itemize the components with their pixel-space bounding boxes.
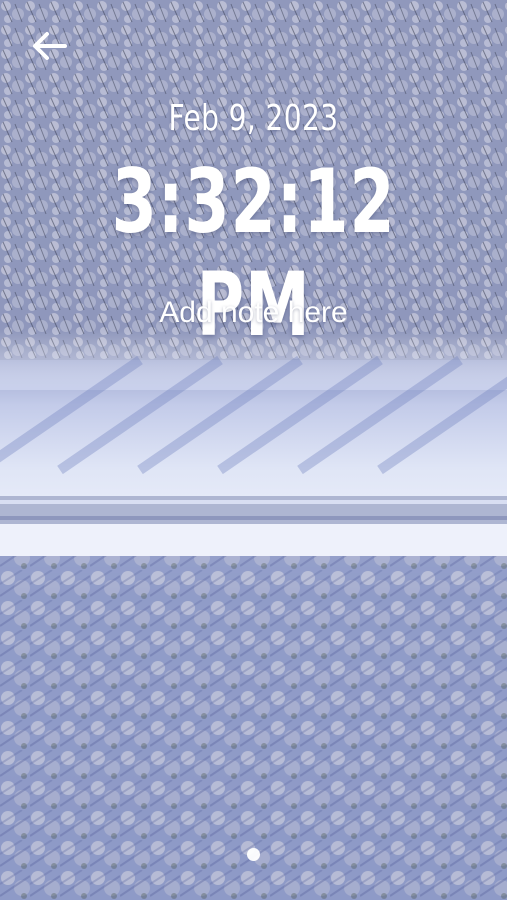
page-dot-active[interactable] <box>247 847 260 861</box>
page-indicator <box>0 846 507 862</box>
date-label: Feb 9, 2023 <box>168 98 339 139</box>
arrow-left-icon <box>33 32 67 60</box>
note-input[interactable]: Add note here <box>0 296 507 330</box>
back-button[interactable] <box>26 26 72 66</box>
lock-screen-overlay: Feb 9, 2023 3:32:12 PM Add note here <box>0 0 507 900</box>
